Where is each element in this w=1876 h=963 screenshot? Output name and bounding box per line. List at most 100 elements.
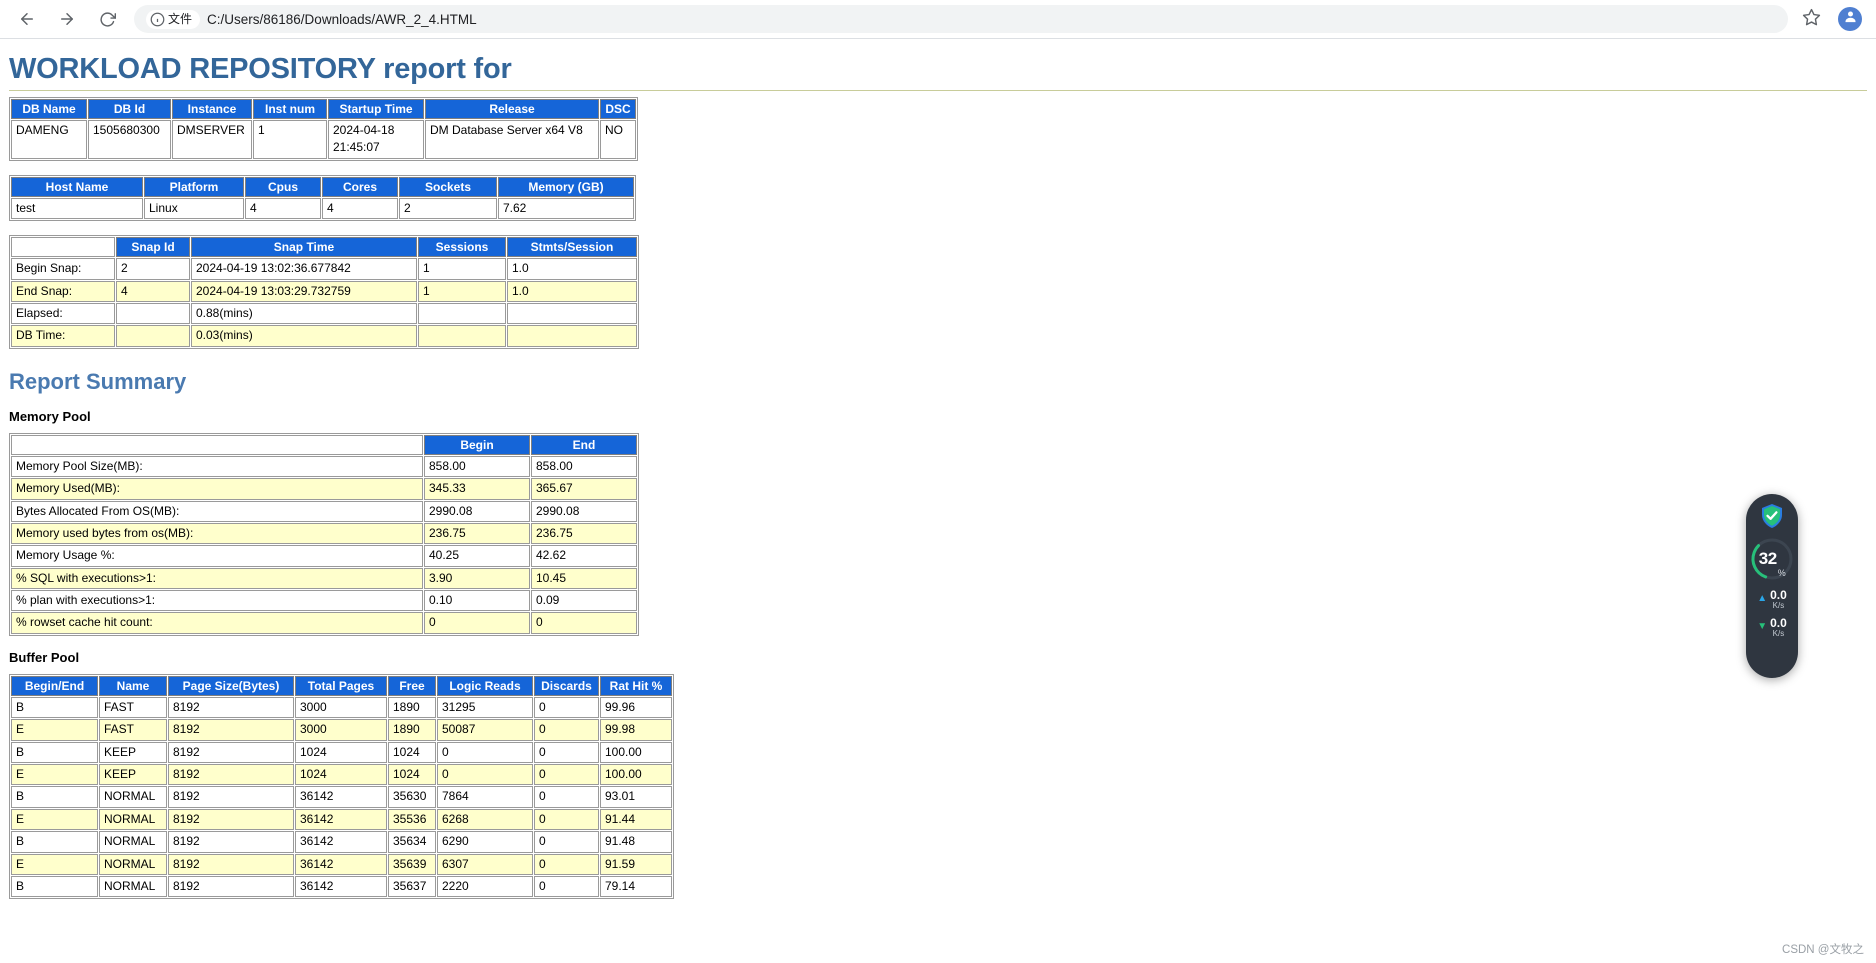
cell-name: NORMAL xyxy=(99,853,167,875)
cell-snap-time: 0.03(mins) xyxy=(191,325,417,347)
cell-sessions: 1 xyxy=(418,258,506,280)
table-row: % plan with executions>1: 0.10 0.09 xyxy=(11,590,637,612)
cell-begin-end: B xyxy=(11,741,98,764)
cell-metric: Memory Usage %: xyxy=(11,545,423,567)
url-text[interactable]: C:/Users/86186/Downloads/AWR_2_4.HTML xyxy=(207,12,477,27)
forward-button[interactable] xyxy=(54,6,80,32)
table-row: E FAST 8192 3000 1890 50087 0 99.98 xyxy=(11,719,672,741)
cell-label: Begin Snap: xyxy=(11,258,115,280)
table-row: Elapsed: 0.88(mins) xyxy=(11,302,637,325)
table-row: E NORMAL 8192 36142 35639 6307 0 91.59 xyxy=(11,853,672,875)
cell-rat-hit: 93.01 xyxy=(600,786,672,808)
cell-dsc: NO xyxy=(600,120,636,159)
cell-discards: 0 xyxy=(534,808,599,831)
performance-widget[interactable]: 32 % ▲ 0.0 K/s ▼ 0.0 K/s xyxy=(1746,494,1798,678)
cell-begin: 40.25 xyxy=(424,545,530,567)
cell-discards: 0 xyxy=(534,764,599,786)
col-host-name: Host Name xyxy=(11,176,143,197)
shield-check-icon[interactable] xyxy=(1760,503,1784,529)
table-header-row: Begin End xyxy=(11,434,637,455)
table-row: DAMENG 1505680300 DMSERVER 1 2024-04-18 … xyxy=(11,120,636,159)
cell-snap-id xyxy=(116,302,190,325)
col-dsc: DSC xyxy=(600,99,636,119)
cell-page-size: 8192 xyxy=(168,831,294,853)
cell-metric: Memory used bytes from os(MB): xyxy=(11,522,423,545)
col-begin-end: Begin/End xyxy=(11,675,98,696)
cell-end: 365.67 xyxy=(531,478,637,500)
cell-logic-reads: 7864 xyxy=(437,786,533,808)
file-scheme-label: 文件 xyxy=(168,12,193,26)
upload-speed: 0.0 K/s xyxy=(1770,589,1787,610)
cell-cpus: 4 xyxy=(245,197,321,220)
col-cpus: Cpus xyxy=(245,176,321,197)
cell-free: 35536 xyxy=(388,808,436,831)
cell-name: KEEP xyxy=(99,741,167,764)
cell-begin-end: B xyxy=(11,696,98,719)
cell-stmts: 1.0 xyxy=(507,258,637,280)
cell-cores: 4 xyxy=(322,197,398,220)
cell-startup-time: 2024-04-18 21:45:07 xyxy=(328,120,424,159)
reload-button[interactable] xyxy=(94,6,120,32)
memory-pool-table: Begin End Memory Pool Size(MB): 858.00 8… xyxy=(9,432,639,636)
cell-sessions: 1 xyxy=(418,280,506,302)
cell-platform: Linux xyxy=(144,197,244,220)
cell-label: End Snap: xyxy=(11,280,115,302)
buffer-pool-heading: Buffer Pool xyxy=(9,649,80,665)
table-row: B FAST 8192 3000 1890 31295 0 99.96 xyxy=(11,696,672,719)
address-bar[interactable]: 文件 C:/Users/86186/Downloads/AWR_2_4.HTML xyxy=(134,5,1788,33)
col-metric xyxy=(11,434,423,455)
cell-stmts xyxy=(507,302,637,325)
table-row: test Linux 4 4 2 7.62 xyxy=(11,197,634,220)
cell-instance: DMSERVER xyxy=(172,120,252,159)
cell-rat-hit: 91.59 xyxy=(600,853,672,875)
cell-logic-reads: 50087 xyxy=(437,719,533,741)
cell-db-name: DAMENG xyxy=(11,120,87,159)
cell-logic-reads: 31295 xyxy=(437,696,533,719)
cell-host-name: test xyxy=(11,197,143,220)
col-end: End xyxy=(531,434,637,455)
memory-pool-heading: Memory Pool xyxy=(9,408,91,424)
cell-free: 1024 xyxy=(388,741,436,764)
cell-rat-hit: 91.48 xyxy=(600,831,672,853)
cell-name: FAST xyxy=(99,696,167,719)
col-db-id: DB Id xyxy=(88,99,171,119)
cell-begin: 3.90 xyxy=(424,567,530,590)
cell-free: 35634 xyxy=(388,831,436,853)
cell-end: 236.75 xyxy=(531,522,637,545)
cell-name: NORMAL xyxy=(99,875,167,898)
cell-logic-reads: 0 xyxy=(437,741,533,764)
download-speed-row: ▼ 0.0 K/s xyxy=(1757,617,1787,638)
cell-page-size: 8192 xyxy=(168,764,294,786)
cell-name: NORMAL xyxy=(99,786,167,808)
cell-free: 35630 xyxy=(388,786,436,808)
site-info-chip[interactable]: 文件 xyxy=(146,9,201,29)
cell-rat-hit: 91.44 xyxy=(600,808,672,831)
upload-speed-row: ▲ 0.0 K/s xyxy=(1757,589,1787,610)
cell-page-size: 8192 xyxy=(168,719,294,741)
cell-rat-hit: 99.98 xyxy=(600,719,672,741)
cell-end: 0 xyxy=(531,612,637,634)
col-startup-time: Startup Time xyxy=(328,99,424,119)
table-row: Bytes Allocated From OS(MB): 2990.08 299… xyxy=(11,500,637,522)
cell-discards: 0 xyxy=(534,741,599,764)
table-row: DB Time: 0.03(mins) xyxy=(11,325,637,347)
back-arrow-icon xyxy=(18,10,36,28)
col-discards: Discards xyxy=(534,675,599,696)
profile-avatar-icon xyxy=(1843,9,1858,29)
profile-button[interactable] xyxy=(1838,7,1862,31)
cell-begin-end: B xyxy=(11,786,98,808)
back-button[interactable] xyxy=(14,6,40,32)
snapshot-info-table: Snap Id Snap Time Sessions Stmts/Session… xyxy=(9,235,639,349)
bookmark-button[interactable] xyxy=(1802,8,1824,30)
col-db-name: DB Name xyxy=(11,99,87,119)
col-name: Name xyxy=(99,675,167,696)
cell-sockets: 2 xyxy=(399,197,497,220)
upload-speed-unit: K/s xyxy=(1772,600,1785,610)
cell-free: 1890 xyxy=(388,719,436,741)
cell-end: 0.09 xyxy=(531,590,637,612)
upload-speed-value: 0.0 xyxy=(1770,588,1787,602)
cell-rat-hit: 79.14 xyxy=(600,875,672,898)
cell-begin: 0.10 xyxy=(424,590,530,612)
col-snap-id: Snap Id xyxy=(116,237,190,258)
download-speed-value: 0.0 xyxy=(1770,615,1787,630)
